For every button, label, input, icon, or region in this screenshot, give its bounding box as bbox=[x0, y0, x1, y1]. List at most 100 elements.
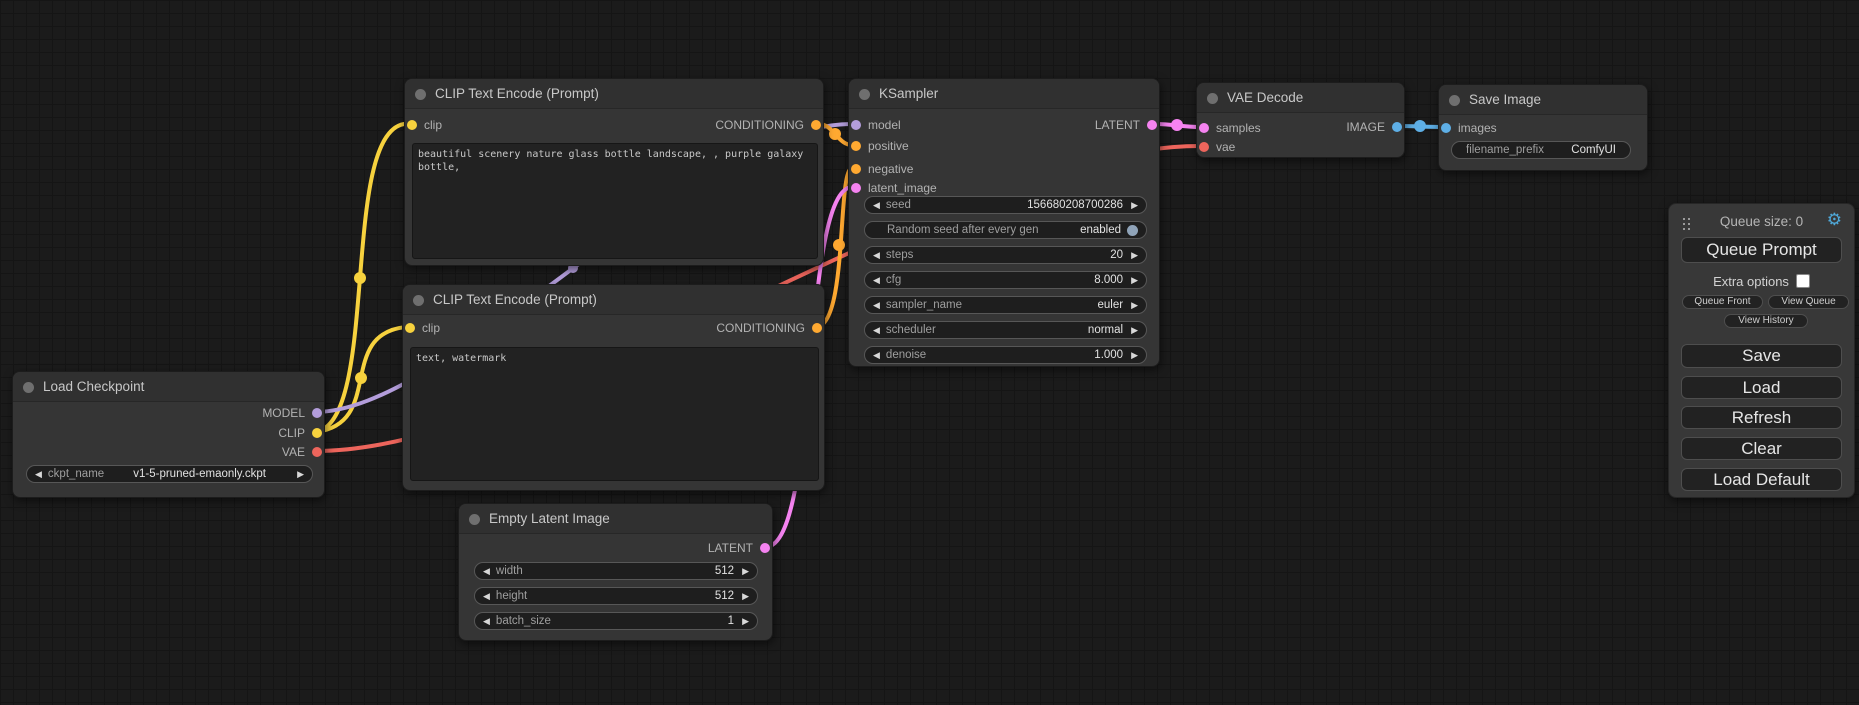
scheduler-widget[interactable]: ◀ scheduler normal ▶ bbox=[864, 321, 1147, 339]
settings-gear-icon[interactable]: ⚙ bbox=[1827, 210, 1842, 230]
cfg-widget[interactable]: ◀ cfg 8.000 ▶ bbox=[864, 271, 1147, 289]
decrement-icon[interactable]: ◀ bbox=[873, 297, 880, 313]
denoise-widget[interactable]: ◀ denoise 1.000 ▶ bbox=[864, 346, 1147, 364]
seed-widget[interactable]: ◀ seed 156680208700286 ▶ bbox=[864, 196, 1147, 214]
decrement-icon[interactable]: ◀ bbox=[873, 322, 880, 338]
refresh-button[interactable]: Refresh bbox=[1681, 406, 1842, 429]
extra-options-checkbox[interactable] bbox=[1796, 274, 1810, 288]
increment-icon[interactable]: ▶ bbox=[297, 466, 304, 482]
input-slot-negative[interactable]: negative bbox=[851, 159, 913, 179]
node-clip-text-encode-negative[interactable]: CLIP Text Encode (Prompt) clip CONDITION… bbox=[402, 284, 825, 491]
positive-prompt-textarea[interactable]: beautiful scenery nature glass bottle la… bbox=[412, 143, 818, 259]
load-default-button[interactable]: Load Default bbox=[1681, 468, 1842, 491]
negative-prompt-textarea[interactable]: text, watermark bbox=[410, 347, 819, 481]
height-widget[interactable]: ◀ height 512 ▶ bbox=[474, 587, 758, 605]
clear-button[interactable]: Clear bbox=[1681, 437, 1842, 460]
increment-icon[interactable]: ▶ bbox=[1131, 347, 1138, 363]
view-queue-button[interactable]: View Queue bbox=[1768, 295, 1849, 309]
output-slot-image[interactable]: IMAGE bbox=[1346, 117, 1402, 137]
clip-slot-dot[interactable] bbox=[405, 323, 415, 333]
conditioning-slot-dot[interactable] bbox=[851, 141, 861, 151]
image-slot-dot[interactable] bbox=[1441, 123, 1451, 133]
increment-icon[interactable]: ▶ bbox=[742, 563, 749, 579]
clip-slot-dot[interactable] bbox=[407, 120, 417, 130]
node-title-bar[interactable]: Load Checkpoint bbox=[13, 372, 324, 402]
comfyui-canvas[interactable]: { "colors": { "model": "#B39DDB", "clip"… bbox=[0, 0, 1859, 705]
latent-slot-dot[interactable] bbox=[851, 183, 861, 193]
collapse-dot[interactable] bbox=[23, 382, 34, 393]
collapse-dot[interactable] bbox=[859, 89, 870, 100]
decrement-icon[interactable]: ◀ bbox=[873, 272, 880, 288]
steps-widget[interactable]: ◀ steps 20 ▶ bbox=[864, 246, 1147, 264]
node-title-bar[interactable]: CLIP Text Encode (Prompt) bbox=[405, 79, 823, 109]
increment-icon[interactable]: ▶ bbox=[1131, 247, 1138, 263]
conditioning-slot-dot[interactable] bbox=[811, 120, 821, 130]
input-slot-model[interactable]: model bbox=[851, 115, 901, 135]
collapse-dot[interactable] bbox=[1449, 95, 1460, 106]
width-widget[interactable]: ◀ width 512 ▶ bbox=[474, 562, 758, 580]
input-slot-latent-image[interactable]: latent_image bbox=[851, 178, 937, 198]
input-slot-clip[interactable]: clip bbox=[407, 115, 442, 135]
node-clip-text-encode-positive[interactable]: CLIP Text Encode (Prompt) clip CONDITION… bbox=[404, 78, 824, 266]
input-slot-vae[interactable]: vae bbox=[1199, 137, 1235, 157]
toggle-knob[interactable] bbox=[1127, 225, 1138, 236]
collapse-dot[interactable] bbox=[1207, 93, 1218, 104]
load-button[interactable]: Load bbox=[1681, 376, 1842, 399]
input-slot-images[interactable]: images bbox=[1441, 118, 1497, 138]
output-slot-vae[interactable]: VAE bbox=[282, 442, 322, 462]
decrement-icon[interactable]: ◀ bbox=[35, 466, 42, 482]
latent-slot-dot[interactable] bbox=[1199, 123, 1209, 133]
increment-icon[interactable]: ▶ bbox=[1131, 272, 1138, 288]
output-slot-clip[interactable]: CLIP bbox=[278, 423, 322, 443]
model-slot-dot[interactable] bbox=[312, 408, 322, 418]
decrement-icon[interactable]: ◀ bbox=[873, 197, 880, 213]
latent-slot-dot[interactable] bbox=[760, 543, 770, 553]
decrement-icon[interactable]: ◀ bbox=[483, 613, 490, 629]
node-vae-decode[interactable]: VAE Decode samples IMAGE vae bbox=[1196, 82, 1405, 158]
save-button[interactable]: Save bbox=[1681, 344, 1842, 368]
input-slot-positive[interactable]: positive bbox=[851, 136, 909, 156]
node-ksampler[interactable]: KSampler model LATENT positive negative … bbox=[848, 78, 1160, 367]
random-seed-widget[interactable]: Random seed after every gen enabled bbox=[864, 221, 1147, 239]
increment-icon[interactable]: ▶ bbox=[742, 613, 749, 629]
collapse-dot[interactable] bbox=[413, 295, 424, 306]
batch-size-widget[interactable]: ◀ batch_size 1 ▶ bbox=[474, 612, 758, 630]
vae-slot-dot[interactable] bbox=[1199, 142, 1209, 152]
collapse-dot[interactable] bbox=[415, 89, 426, 100]
input-slot-samples[interactable]: samples bbox=[1199, 118, 1261, 138]
collapse-dot[interactable] bbox=[469, 514, 480, 525]
output-slot-conditioning[interactable]: CONDITIONING bbox=[715, 115, 821, 135]
clip-slot-dot[interactable] bbox=[312, 428, 322, 438]
node-title-bar[interactable]: VAE Decode bbox=[1197, 83, 1404, 113]
vae-slot-dot[interactable] bbox=[312, 447, 322, 457]
decrement-icon[interactable]: ◀ bbox=[483, 563, 490, 579]
ckpt-name-widget[interactable]: ◀ ckpt_name v1-5-pruned-emaonly.ckpt ▶ bbox=[26, 465, 313, 483]
node-title-bar[interactable]: Empty Latent Image bbox=[459, 504, 772, 534]
node-empty-latent-image[interactable]: Empty Latent Image LATENT ◀ width 512 ▶ … bbox=[458, 503, 773, 641]
queue-front-button[interactable]: Queue Front bbox=[1682, 295, 1763, 309]
increment-icon[interactable]: ▶ bbox=[1131, 322, 1138, 338]
increment-icon[interactable]: ▶ bbox=[1131, 297, 1138, 313]
output-slot-conditioning[interactable]: CONDITIONING bbox=[716, 318, 822, 338]
image-slot-dot[interactable] bbox=[1392, 122, 1402, 132]
increment-icon[interactable]: ▶ bbox=[742, 588, 749, 604]
output-slot-latent[interactable]: LATENT bbox=[1095, 115, 1157, 135]
decrement-icon[interactable]: ◀ bbox=[483, 588, 490, 604]
node-load-checkpoint[interactable]: Load Checkpoint MODEL CLIP VAE ◀ ckpt_na… bbox=[12, 371, 325, 498]
sampler-name-widget[interactable]: ◀ sampler_name euler ▶ bbox=[864, 296, 1147, 314]
model-slot-dot[interactable] bbox=[851, 120, 861, 130]
queue-prompt-button[interactable]: Queue Prompt bbox=[1681, 237, 1842, 263]
output-slot-latent[interactable]: LATENT bbox=[708, 538, 770, 558]
node-save-image[interactable]: Save Image images filename_prefix ComfyU… bbox=[1438, 84, 1648, 171]
node-title-bar[interactable]: Save Image bbox=[1439, 85, 1647, 115]
decrement-icon[interactable]: ◀ bbox=[873, 347, 880, 363]
filename-prefix-widget[interactable]: filename_prefix ComfyUI bbox=[1451, 141, 1631, 159]
node-title-bar[interactable]: CLIP Text Encode (Prompt) bbox=[403, 285, 824, 315]
latent-slot-dot[interactable] bbox=[1147, 120, 1157, 130]
view-history-button[interactable]: View History bbox=[1724, 314, 1808, 328]
decrement-icon[interactable]: ◀ bbox=[873, 247, 880, 263]
conditioning-slot-dot[interactable] bbox=[812, 323, 822, 333]
input-slot-clip[interactable]: clip bbox=[405, 318, 440, 338]
node-title-bar[interactable]: KSampler bbox=[849, 79, 1159, 109]
output-slot-model[interactable]: MODEL bbox=[262, 403, 322, 423]
